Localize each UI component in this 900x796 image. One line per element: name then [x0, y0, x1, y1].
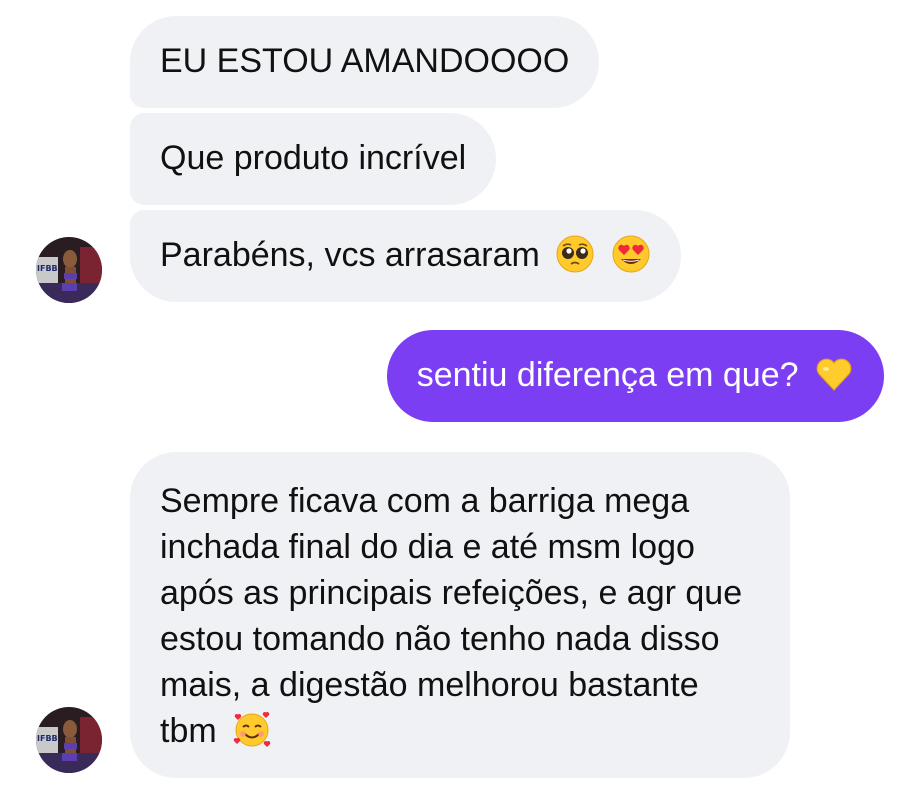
message-bubble-incoming[interactable]: Sempre ficava com a barriga mega inchada… — [130, 452, 790, 778]
smiling-face-with-hearts-icon — [232, 710, 272, 750]
avatar[interactable]: IFBB — [36, 707, 102, 773]
message-bubble-incoming[interactable]: EU ESTOU AMANDOOOO — [130, 16, 600, 108]
message-text: EU ESTOU AMANDOOOO — [160, 42, 570, 80]
message-text: Parabéns, vcs arrasaram — [160, 236, 540, 274]
message-text: Que produto incrível — [160, 139, 467, 177]
svg-text:IFBB: IFBB — [37, 734, 58, 743]
message-bubble-incoming[interactable]: Parabéns, vcs arrasaram — [130, 210, 681, 302]
message-bubble-incoming[interactable]: Que produto incrível — [130, 113, 497, 205]
pleading-face-icon — [555, 234, 595, 274]
avatar[interactable]: IFBB — [36, 237, 102, 303]
heart-eyes-icon — [611, 234, 651, 274]
yellow-heart-icon — [814, 354, 854, 394]
message-text: sentiu diferença em que? — [416, 356, 799, 394]
message-bubble-outgoing[interactable]: sentiu diferença em que? — [386, 330, 884, 422]
svg-text:IFBB: IFBB — [37, 264, 58, 273]
